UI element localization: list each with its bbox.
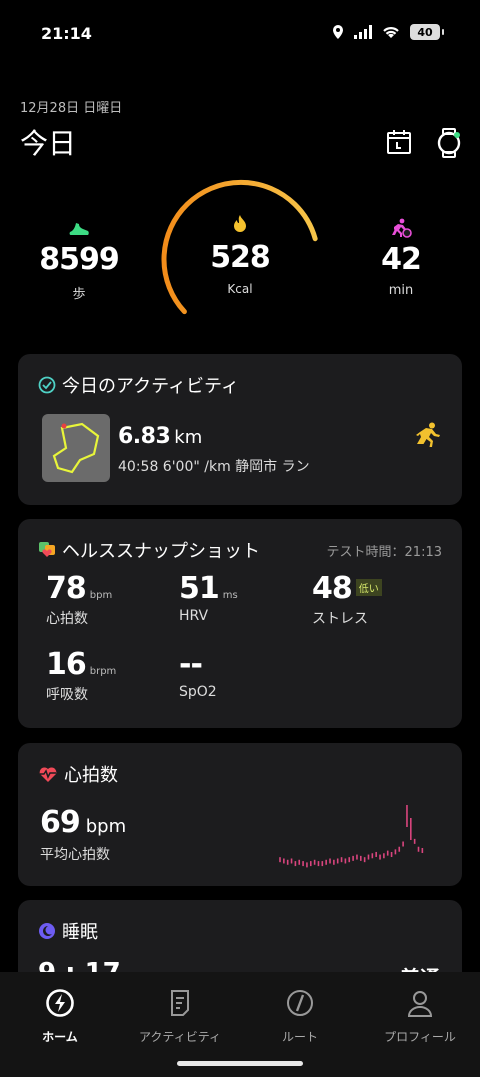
health-snapshot-title-text: ヘルススナップショット <box>62 541 260 562</box>
page-title: 今日 <box>20 127 77 160</box>
metric-stress-value: 48 <box>312 571 353 606</box>
tab-activity-label: アクティビティ <box>139 1030 221 1044</box>
distance-value: 6.83 <box>118 424 171 449</box>
tab-route[interactable]: ルート <box>245 988 355 1045</box>
metric-respiration: 16 brpm 呼吸数 <box>46 647 116 704</box>
route-map-thumbnail[interactable] <box>42 414 110 482</box>
test-time: テスト時間：21:13 <box>326 545 442 560</box>
shoe-icon <box>69 223 89 235</box>
sleep-title: 睡眠 <box>38 918 98 944</box>
steps-value: 8599 <box>39 242 120 277</box>
battery-indicator: 40 <box>410 24 444 40</box>
metric-spo2-value: -- <box>179 647 203 682</box>
compass-icon <box>287 990 313 1016</box>
metric-hrv-label: HRV <box>179 608 209 624</box>
activity-card-title: 今日のアクティビティ <box>38 372 239 398</box>
watch-icon[interactable] <box>436 128 462 158</box>
location-icon <box>333 25 343 39</box>
metric-stress: 48 低い ストレス <box>312 571 382 628</box>
date-label: 12月28日 日曜日 <box>20 101 123 116</box>
calendar-icon[interactable] <box>386 128 412 156</box>
tab-activity[interactable]: アクティビティ <box>125 988 235 1045</box>
home-indicator <box>177 1061 303 1066</box>
wifi-icon <box>383 27 399 38</box>
calories-value: 528 <box>210 240 271 275</box>
tab-route-label: ルート <box>281 1030 318 1044</box>
check-circle-icon <box>38 376 56 394</box>
metric-spo2-label: SpO2 <box>179 684 217 700</box>
activity-card[interactable]: 今日のアクティビティ 6.83 km 40:58 6'00" /km 静岡市 ラン <box>18 354 462 505</box>
tab-profile[interactable]: プロフィール <box>365 988 475 1045</box>
metric-stress-label: ストレス <box>312 611 368 627</box>
metric-heart-rate-unit: bpm <box>89 590 113 601</box>
metric-heart-rate-label: 心拍数 <box>46 611 88 627</box>
status-icons: 40 <box>332 24 444 40</box>
activity-card-title-text: 今日のアクティビティ <box>62 376 239 397</box>
calories-unit: Kcal <box>227 282 253 296</box>
steps-stat[interactable]: 8599 歩 <box>29 218 129 302</box>
average-heart-rate-value: 69 <box>40 805 81 840</box>
active-minutes-unit: min <box>388 283 414 298</box>
distance-unit: km <box>174 427 203 448</box>
moon-icon <box>39 923 55 939</box>
home-bolt-icon <box>46 989 74 1017</box>
metric-heart-rate-value: 78 <box>46 571 87 606</box>
health-snapshot-icon <box>39 542 55 557</box>
tab-home[interactable]: ホーム <box>5 988 115 1045</box>
calories-stat[interactable]: 528 Kcal <box>190 214 290 296</box>
metric-respiration-unit: brpm <box>89 666 117 677</box>
heart-rate-title: 心拍数 <box>38 761 118 787</box>
metric-hrv-unit: ms <box>222 590 238 601</box>
running-clock-icon <box>392 218 412 238</box>
average-heart-rate-unit: bpm <box>85 816 127 837</box>
metric-respiration-value: 16 <box>46 647 87 682</box>
activity-icon <box>171 990 189 1016</box>
activity-meta: 40:58 6'00" /km 静岡市 ラン <box>118 459 310 475</box>
average-heart-rate-label: 平均心拍数 <box>40 847 110 863</box>
flame-icon <box>234 215 246 232</box>
status-bar: 21:14 40 <box>0 0 480 68</box>
active-minutes-stat[interactable]: 42 min <box>351 218 451 298</box>
route-path <box>52 422 100 474</box>
metric-hrv-value: 51 <box>179 571 220 606</box>
signal-icon <box>354 25 372 39</box>
metric-hrv: 51 ms HRV <box>179 571 238 624</box>
tab-profile-label: プロフィール <box>384 1030 456 1044</box>
heart-rate-sparkline <box>279 805 424 868</box>
metric-respiration-label: 呼吸数 <box>46 687 88 703</box>
heart-rate-card[interactable]: 心拍数 69 bpm 平均心拍数 <box>18 743 462 886</box>
metric-heart-rate: 78 bpm 心拍数 <box>46 571 112 628</box>
distance: 6.83 km <box>118 424 202 449</box>
health-snapshot-title: ヘルススナップショット <box>38 537 260 563</box>
heart-pulse-icon <box>39 767 57 782</box>
status-time: 21:14 <box>41 24 92 43</box>
tab-home-label: ホーム <box>42 1030 78 1044</box>
sleep-title-text: 睡眠 <box>62 922 98 943</box>
active-minutes-value: 42 <box>381 242 422 277</box>
average-heart-rate: 69 bpm 平均心拍数 <box>40 805 126 864</box>
running-icon <box>416 422 440 447</box>
health-snapshot-card[interactable]: ヘルススナップショット テスト時間：21:13 78 bpm 心拍数 51 ms H… <box>18 519 462 728</box>
heart-rate-title-text: 心拍数 <box>64 765 118 786</box>
steps-unit: 歩 <box>72 287 86 302</box>
stress-level-badge: 低い <box>355 579 382 596</box>
profile-icon <box>407 991 433 1017</box>
metric-spo2: -- SpO2 <box>179 647 217 700</box>
